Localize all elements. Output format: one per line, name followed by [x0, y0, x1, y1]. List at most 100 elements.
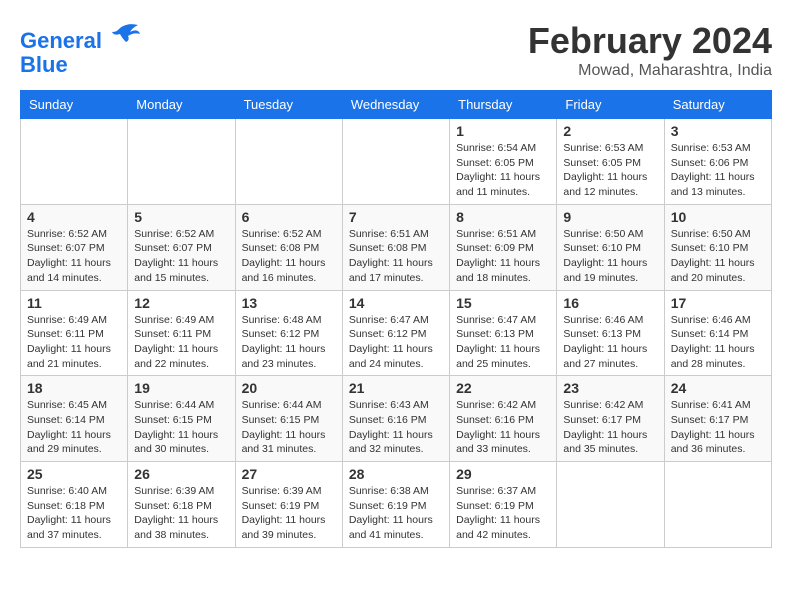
day-number: 29	[456, 466, 550, 482]
day-number: 17	[671, 295, 765, 311]
day-number: 24	[671, 380, 765, 396]
day-number: 8	[456, 209, 550, 225]
header-friday: Friday	[557, 91, 664, 119]
page-header: General Blue February 2024 Mowad, Mahara…	[20, 20, 772, 80]
calendar-cell: 23Sunrise: 6:42 AMSunset: 6:17 PMDayligh…	[557, 376, 664, 462]
day-number: 2	[563, 123, 657, 139]
logo-blue: Blue	[20, 52, 68, 77]
day-info: Sunrise: 6:52 AMSunset: 6:08 PMDaylight:…	[242, 227, 336, 286]
calendar-cell: 12 Sunrise: 6:49 AMSunset: 6:11 PMDayligh…	[128, 290, 235, 376]
day-number: 25	[27, 466, 121, 482]
calendar-week-1: 4 Sunrise: 6:52 AMSunset: 6:07 PMDaylight…	[21, 204, 772, 290]
day-number: 14	[349, 295, 443, 311]
calendar-cell	[557, 462, 664, 548]
calendar-cell	[21, 119, 128, 205]
calendar-cell: 3 Sunrise: 6:53 AMSunset: 6:06 PMDaylight…	[664, 119, 771, 205]
day-info: Sunrise: 6:50 AMSunset: 6:10 PMDaylight:…	[671, 227, 765, 286]
day-info: Sunrise: 6:52 AMSunset: 6:07 PMDaylight:…	[27, 227, 121, 286]
day-info: Sunrise: 6:47 AMSunset: 6:13 PMDaylight:…	[456, 313, 550, 372]
day-info: Sunrise: 6:40 AMSunset: 6:18 PMDaylight:…	[27, 484, 121, 543]
calendar-header-row: SundayMondayTuesdayWednesdayThursdayFrid…	[21, 91, 772, 119]
day-info: Sunrise: 6:44 AMSunset: 6:15 PMDaylight:…	[242, 398, 336, 457]
day-number: 5	[134, 209, 228, 225]
day-number: 10	[671, 209, 765, 225]
day-info: Sunrise: 6:42 AMSunset: 6:16 PMDaylight:…	[456, 398, 550, 457]
day-number: 19	[134, 380, 228, 396]
day-number: 13	[242, 295, 336, 311]
day-info: Sunrise: 6:48 AMSunset: 6:12 PMDaylight:…	[242, 313, 336, 372]
calendar-cell: 7 Sunrise: 6:51 AMSunset: 6:08 PMDaylight…	[342, 204, 449, 290]
day-info: Sunrise: 6:46 AMSunset: 6:14 PMDaylight:…	[671, 313, 765, 372]
calendar-cell: 16 Sunrise: 6:46 AMSunset: 6:13 PMDayligh…	[557, 290, 664, 376]
day-info: Sunrise: 6:39 AMSunset: 6:19 PMDaylight:…	[242, 484, 336, 543]
day-info: Sunrise: 6:52 AMSunset: 6:07 PMDaylight:…	[134, 227, 228, 286]
day-number: 6	[242, 209, 336, 225]
calendar-cell: 21Sunrise: 6:43 AMSunset: 6:16 PMDayligh…	[342, 376, 449, 462]
day-number: 11	[27, 295, 121, 311]
calendar-cell: 8 Sunrise: 6:51 AMSunset: 6:09 PMDaylight…	[450, 204, 557, 290]
day-number: 28	[349, 466, 443, 482]
location-subtitle: Mowad, Maharashtra, India	[528, 62, 772, 80]
calendar-cell: 27 Sunrise: 6:39 AMSunset: 6:19 PMDayligh…	[235, 462, 342, 548]
calendar-cell: 28 Sunrise: 6:38 AMSunset: 6:19 PMDayligh…	[342, 462, 449, 548]
day-number: 1	[456, 123, 550, 139]
day-info: Sunrise: 6:47 AMSunset: 6:12 PMDaylight:…	[349, 313, 443, 372]
day-number: 16	[563, 295, 657, 311]
month-year-title: February 2024	[528, 20, 772, 62]
calendar-cell: 6 Sunrise: 6:52 AMSunset: 6:08 PMDaylight…	[235, 204, 342, 290]
day-number: 12	[134, 295, 228, 311]
calendar-cell: 17 Sunrise: 6:46 AMSunset: 6:14 PMDayligh…	[664, 290, 771, 376]
day-number: 4	[27, 209, 121, 225]
header-sunday: Sunday	[21, 91, 128, 119]
day-number: 21	[349, 380, 443, 396]
calendar-cell: 1 Sunrise: 6:54 AMSunset: 6:05 PMDaylight…	[450, 119, 557, 205]
calendar-cell: 9Sunrise: 6:50 AMSunset: 6:10 PMDaylight…	[557, 204, 664, 290]
calendar-cell	[664, 462, 771, 548]
calendar-cell: 14 Sunrise: 6:47 AMSunset: 6:12 PMDayligh…	[342, 290, 449, 376]
calendar-cell: 24 Sunrise: 6:41 AMSunset: 6:17 PMDayligh…	[664, 376, 771, 462]
calendar-cell: 5 Sunrise: 6:52 AMSunset: 6:07 PMDaylight…	[128, 204, 235, 290]
day-info: Sunrise: 6:50 AMSunset: 6:10 PMDaylight:…	[563, 227, 657, 286]
day-number: 27	[242, 466, 336, 482]
day-info: Sunrise: 6:44 AMSunset: 6:15 PMDaylight:…	[134, 398, 228, 457]
calendar-cell: 11Sunrise: 6:49 AMSunset: 6:11 PMDayligh…	[21, 290, 128, 376]
title-block: February 2024 Mowad, Maharashtra, India	[528, 20, 772, 80]
day-number: 18	[27, 380, 121, 396]
logo-general: General	[20, 28, 102, 53]
calendar-cell: 13 Sunrise: 6:48 AMSunset: 6:12 PMDayligh…	[235, 290, 342, 376]
day-info: Sunrise: 6:53 AMSunset: 6:06 PMDaylight:…	[671, 141, 765, 200]
header-saturday: Saturday	[664, 91, 771, 119]
day-number: 26	[134, 466, 228, 482]
day-info: Sunrise: 6:46 AMSunset: 6:13 PMDaylight:…	[563, 313, 657, 372]
day-number: 7	[349, 209, 443, 225]
day-info: Sunrise: 6:54 AMSunset: 6:05 PMDaylight:…	[456, 141, 550, 200]
calendar-week-4: 25 Sunrise: 6:40 AMSunset: 6:18 PMDayligh…	[21, 462, 772, 548]
header-thursday: Thursday	[450, 91, 557, 119]
day-number: 3	[671, 123, 765, 139]
calendar-cell: 4 Sunrise: 6:52 AMSunset: 6:07 PMDaylight…	[21, 204, 128, 290]
calendar-cell: 26Sunrise: 6:39 AMSunset: 6:18 PMDayligh…	[128, 462, 235, 548]
calendar-cell: 18 Sunrise: 6:45 AMSunset: 6:14 PMDayligh…	[21, 376, 128, 462]
calendar-table: SundayMondayTuesdayWednesdayThursdayFrid…	[20, 90, 772, 548]
day-info: Sunrise: 6:38 AMSunset: 6:19 PMDaylight:…	[349, 484, 443, 543]
day-info: Sunrise: 6:45 AMSunset: 6:14 PMDaylight:…	[27, 398, 121, 457]
logo-bird-icon	[110, 20, 140, 48]
day-number: 20	[242, 380, 336, 396]
day-info: Sunrise: 6:51 AMSunset: 6:09 PMDaylight:…	[456, 227, 550, 286]
day-info: Sunrise: 6:41 AMSunset: 6:17 PMDaylight:…	[671, 398, 765, 457]
day-info: Sunrise: 6:49 AMSunset: 6:11 PMDaylight:…	[134, 313, 228, 372]
calendar-cell	[128, 119, 235, 205]
calendar-cell: 19 Sunrise: 6:44 AMSunset: 6:15 PMDayligh…	[128, 376, 235, 462]
calendar-cell: 22 Sunrise: 6:42 AMSunset: 6:16 PMDayligh…	[450, 376, 557, 462]
day-info: Sunrise: 6:51 AMSunset: 6:08 PMDaylight:…	[349, 227, 443, 286]
calendar-week-2: 11 Sunrise: 6:49 AMSunset: 6:11 PMDayligh…	[21, 290, 772, 376]
calendar-cell	[235, 119, 342, 205]
header-tuesday: Tuesday	[235, 91, 342, 119]
calendar-cell: 2Sunrise: 6:53 AMSunset: 6:05 PMDaylight…	[557, 119, 664, 205]
calendar-cell: 15Sunrise: 6:47 AMSunset: 6:13 PMDayligh…	[450, 290, 557, 376]
header-monday: Monday	[128, 91, 235, 119]
day-info: Sunrise: 6:37 AMSunset: 6:19 PMDaylight:…	[456, 484, 550, 543]
day-number: 22	[456, 380, 550, 396]
calendar-cell	[342, 119, 449, 205]
calendar-cell: 29 Sunrise: 6:37 AMSunset: 6:19 PMDayligh…	[450, 462, 557, 548]
